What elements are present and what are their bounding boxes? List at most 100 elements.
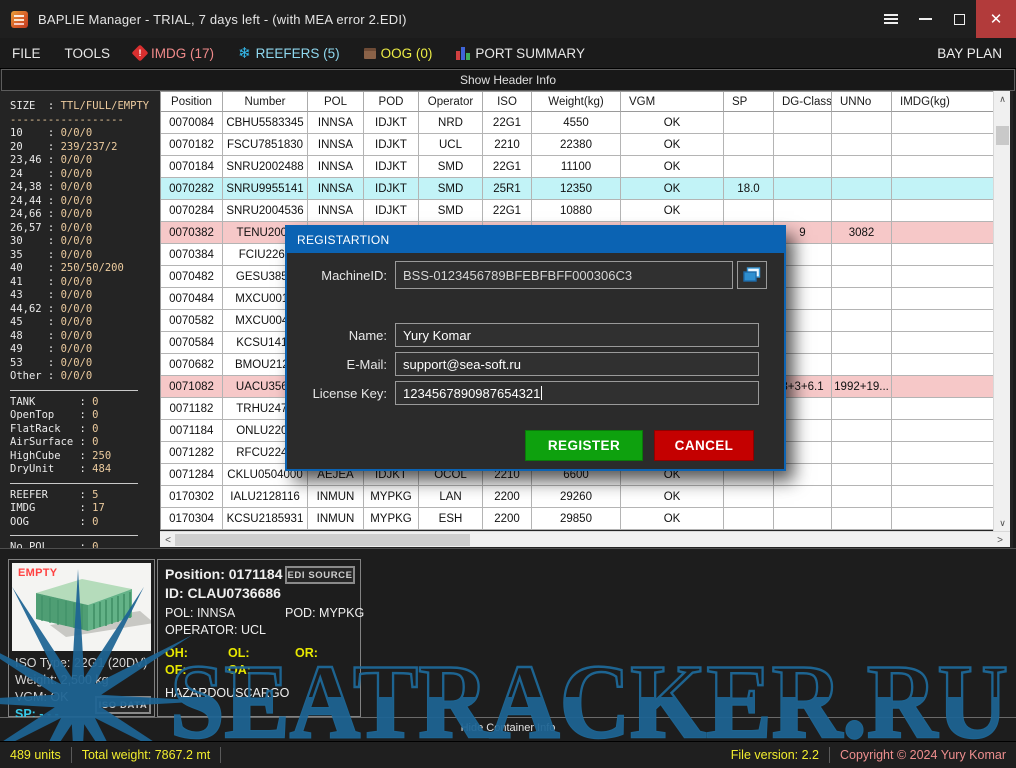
table-cell [832, 398, 892, 420]
table-cell [832, 200, 892, 222]
machine-id-field[interactable]: BSS-0123456789BFEBFBFF000306C3 [395, 261, 733, 289]
scroll-left-arrow[interactable]: < [160, 532, 176, 548]
scroll-up-arrow[interactable]: ∧ [994, 91, 1011, 107]
maximize-button[interactable] [942, 0, 976, 38]
table-cell: 0070484 [161, 288, 223, 310]
table-cell: OK [621, 156, 724, 178]
table-cell [832, 354, 892, 376]
size-statistics-panel: SIZE : TTL/FULL/EMPTY------------------1… [0, 91, 160, 548]
scroll-right-arrow[interactable]: > [992, 532, 1008, 548]
table-row[interactable]: 0070084CBHU5583345INNSAIDJKTNRD22G14550O… [160, 112, 993, 134]
table-cell: KCSU2185931 [223, 508, 308, 530]
scroll-down-arrow[interactable]: ∨ [994, 515, 1011, 531]
table-row[interactable]: 0070284SNRU2004536INNSAIDJKTSMD22G110880… [160, 200, 993, 222]
register-button[interactable]: REGISTER [525, 430, 643, 461]
table-cell: INNSA [308, 134, 364, 156]
minimize-button[interactable] [908, 0, 942, 38]
table-cell: OK [621, 486, 724, 508]
table-row[interactable]: 0070184SNRU2002488INNSAIDJKTSMD22G111100… [160, 156, 993, 178]
table-cell [832, 420, 892, 442]
status-separator [220, 747, 221, 763]
menu-hamburger-button[interactable] [874, 0, 908, 38]
column-header[interactable]: UNNo [832, 92, 892, 112]
table-cell: 0070384 [161, 244, 223, 266]
table-cell: SNRU2004536 [223, 200, 308, 222]
close-button[interactable]: ✕ [976, 0, 1016, 38]
table-cell [832, 332, 892, 354]
sidebar-stat-line: 24,38 : 0/0/0 [10, 181, 160, 195]
sidebar-stat-line: 48 : 0/0/0 [10, 330, 160, 344]
table-cell [774, 134, 832, 156]
table-row[interactable]: 0070182FSCU7851830INNSAIDJKTUCL221022380… [160, 134, 993, 156]
table-cell [892, 244, 994, 266]
column-header[interactable]: Weight(kg) [532, 92, 621, 112]
table-cell: 3082 [832, 222, 892, 244]
column-header[interactable]: POL [308, 92, 364, 112]
table-cell [832, 288, 892, 310]
email-field[interactable]: support@sea-soft.ru [395, 352, 759, 376]
dialog-title-bar[interactable]: REGISTARTION [287, 227, 784, 253]
menu-file[interactable]: FILE [0, 38, 53, 68]
sidebar-stat-line: AirSurface : 0 [10, 436, 160, 450]
table-cell: OK [621, 200, 724, 222]
name-field[interactable]: Yury Komar [395, 323, 759, 347]
table-cell [724, 156, 774, 178]
imdg-warning-icon: ! [132, 45, 149, 62]
table-row[interactable]: 0170304KCSU2185931INMUNMYPKGESH220029850… [160, 508, 993, 530]
table-cell: 0070284 [161, 200, 223, 222]
table-cell [892, 134, 994, 156]
license-key-field[interactable]: 1234567890987654321 [395, 381, 759, 405]
sidebar-stat-line: 20 : 239/237/2 [10, 141, 160, 155]
show-header-info-button[interactable]: Show Header Info [1, 69, 1015, 91]
menu-bar: FILE TOOLS ! IMDG (17) ❄ REEFERS (5) OOG… [0, 38, 1016, 69]
cancel-button[interactable]: CANCEL [654, 430, 754, 461]
column-header[interactable]: IMDG(kg) [892, 92, 994, 112]
table-cell: MYPKG [364, 486, 419, 508]
column-header[interactable]: Operator [419, 92, 483, 112]
hide-container-info-button[interactable]: Hide Container Info [0, 717, 1016, 741]
menu-tools[interactable]: TOOLS [53, 38, 123, 68]
column-header[interactable]: VGM [621, 92, 724, 112]
email-label: E-Mail: [292, 357, 387, 372]
table-cell: IALU2128116 [223, 486, 308, 508]
menu-reefers[interactable]: ❄ REEFERS (5) [226, 38, 352, 68]
column-header[interactable]: POD [364, 92, 419, 112]
column-header[interactable]: Position [161, 92, 223, 112]
column-header[interactable]: Number [223, 92, 308, 112]
table-cell [774, 486, 832, 508]
table-cell [892, 266, 994, 288]
horizontal-scroll-thumb[interactable] [175, 534, 470, 546]
iso-data-button[interactable]: ISO DATA [95, 696, 151, 714]
menu-oog[interactable]: OOG (0) [352, 38, 445, 68]
table-cell [832, 508, 892, 530]
table-cell: 12350 [532, 178, 621, 200]
table-cell: 0070382 [161, 222, 223, 244]
table-cell: 0070482 [161, 266, 223, 288]
column-header[interactable]: SP [724, 92, 774, 112]
column-header[interactable]: ISO [483, 92, 532, 112]
baplie-manager-window: BAPLIE Manager - TRIAL, 7 days left - (w… [0, 0, 1016, 768]
menu-imdg[interactable]: ! IMDG (17) [122, 38, 226, 68]
edi-source-button[interactable]: EDI SOURCE [285, 566, 355, 584]
sidebar-separator [10, 483, 138, 484]
sidebar-stat-line: No POL : 0 [10, 541, 160, 548]
table-cell: INNSA [308, 156, 364, 178]
vertical-scroll-thumb[interactable] [996, 126, 1009, 145]
column-header[interactable]: DG-Class [774, 92, 832, 112]
name-label: Name: [292, 328, 387, 343]
table-row[interactable]: 0070282SNRU9955141INNSAIDJKTSMD25R112350… [160, 178, 993, 200]
table-cell [724, 200, 774, 222]
table-cell: INMUN [308, 486, 364, 508]
menu-port-summary[interactable]: PORT SUMMARY [444, 38, 597, 68]
table-cell: 22G1 [483, 200, 532, 222]
file-version: File version: 2.2 [721, 748, 829, 762]
snowflake-icon: ❄ [238, 46, 251, 61]
horizontal-scrollbar[interactable]: < > [160, 531, 1010, 547]
menu-bay-plan[interactable]: BAY PLAN [937, 46, 1016, 61]
container-preview-card: EMPTY [8, 559, 155, 717]
table-cell [892, 464, 994, 486]
table-cell [892, 442, 994, 464]
table-row[interactable]: 0170302IALU2128116INMUNMYPKGLAN220029260… [160, 486, 993, 508]
copy-machine-id-button[interactable] [737, 261, 767, 289]
vertical-scrollbar[interactable]: ∧ ∨ [993, 91, 1010, 531]
